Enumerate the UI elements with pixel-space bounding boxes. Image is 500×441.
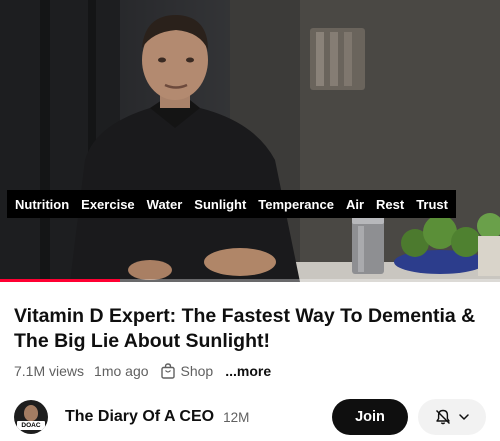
video-metadata[interactable]: 7.1M views 1mo ago Shop ...more xyxy=(14,363,271,379)
caption-word: Water xyxy=(146,196,183,212)
video-title[interactable]: Vitamin D Expert: The Fastest Way To Dem… xyxy=(14,304,484,354)
caption-word: Trust xyxy=(416,196,448,212)
view-count: 7.1M views xyxy=(14,363,85,379)
caption-word: Rest xyxy=(376,196,405,212)
channel-avatar[interactable]: DOAC xyxy=(14,400,48,434)
subscriber-count: 12M xyxy=(223,409,250,425)
upload-age: 1mo ago xyxy=(94,363,149,379)
bell-off-icon xyxy=(436,409,450,425)
caption-word: Exercise xyxy=(81,196,135,212)
chevron-down-icon xyxy=(459,414,469,420)
avatar-face xyxy=(24,405,38,421)
shop-label: Shop xyxy=(180,363,214,379)
avatar-logo-text: DOAC xyxy=(17,421,45,430)
notification-settings-button[interactable] xyxy=(418,399,486,435)
caption-word: Nutrition xyxy=(15,196,70,212)
video-player[interactable]: Nutrition Exercise Water Sunlight Temper… xyxy=(0,0,500,282)
video-frame xyxy=(0,0,500,282)
shop-link[interactable]: Shop xyxy=(160,363,214,379)
caption-word: Sunlight xyxy=(194,196,247,212)
more-link[interactable]: ...more xyxy=(225,363,271,379)
caption-word: Temperance xyxy=(258,196,334,212)
caption-word: Air xyxy=(345,196,364,212)
channel-row: DOAC The Diary Of A CEO 12M Join xyxy=(14,397,486,437)
caption-bar: Nutrition Exercise Water Sunlight Temper… xyxy=(7,190,456,218)
channel-name[interactable]: The Diary Of A CEO xyxy=(65,408,214,426)
video-info: Vitamin D Expert: The Fastest Way To Dem… xyxy=(0,282,500,441)
join-button[interactable]: Join xyxy=(332,399,408,435)
shopping-bag-icon xyxy=(160,363,175,379)
